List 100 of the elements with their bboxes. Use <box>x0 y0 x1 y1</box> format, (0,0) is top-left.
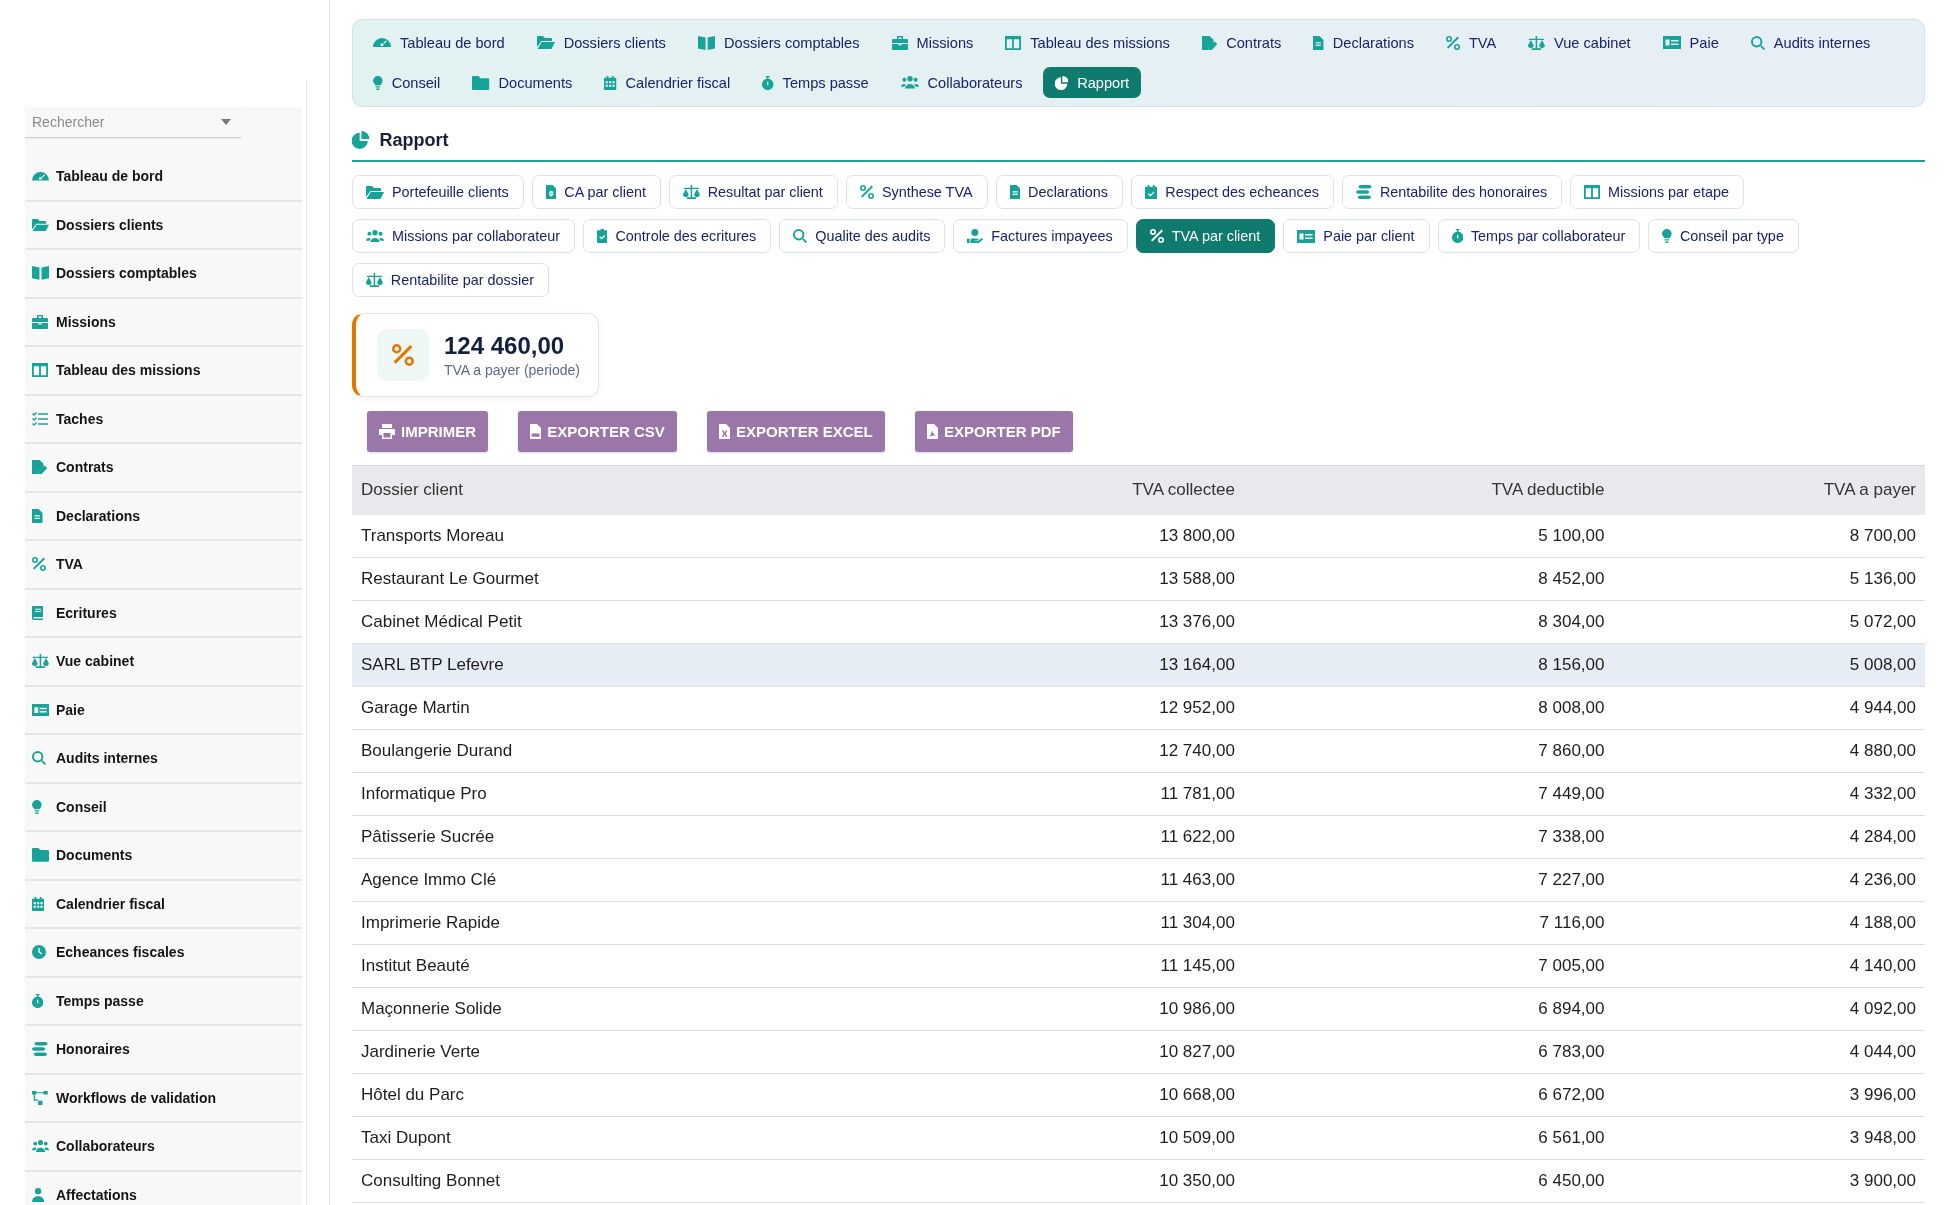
nav-item[interactable]: Audits internes <box>1738 27 1883 58</box>
print-button[interactable]: IMPRIMER <box>367 411 488 452</box>
nav-item[interactable]: Tableau de bord <box>361 27 517 58</box>
report-tab[interactable]: Resultat par client <box>668 175 838 209</box>
table-cell: 8 304,00 <box>1243 600 1614 644</box>
table-cell: 4 332,00 <box>1613 772 1925 816</box>
table-row[interactable]: Taxi Dupont 10 509,00 6 561,00 3 948,00 <box>352 1116 1925 1160</box>
nav-item[interactable]: Dossiers comptables <box>685 27 872 58</box>
table-row[interactable]: Transports Moreau 13 800,00 5 100,00 8 700,00 <box>352 514 1925 558</box>
users-icon <box>900 76 919 89</box>
table-row[interactable]: Pâtisserie Sucrée 11 622,00 7 338,00 4 284,00 <box>352 815 1925 859</box>
table-row[interactable]: Jardinerie Verte 10 827,00 6 783,00 4 044,00 <box>352 1030 1925 1074</box>
nav-item[interactable]: TVA <box>1433 27 1509 58</box>
report-tab[interactable]: Respect des echeances <box>1131 175 1334 209</box>
open-book-icon <box>32 266 49 281</box>
sidebar-item[interactable]: Dossiers clients <box>25 201 302 250</box>
table-row[interactable]: Restaurant Le Gourmet 13 588,00 8 452,00 5 136,00 <box>352 557 1925 601</box>
nav-item[interactable]: Conseil <box>361 67 453 98</box>
sidebar-item[interactable]: Ecritures <box>25 589 302 638</box>
nav-item[interactable]: Documents <box>460 67 585 98</box>
sidebar-item[interactable]: TVA <box>25 541 302 590</box>
two-column-icon <box>1584 185 1601 199</box>
percent-icon <box>1149 229 1164 243</box>
sidebar-item[interactable]: Vue cabinet <box>25 638 302 687</box>
nav-item[interactable]: Declarations <box>1301 27 1426 58</box>
nav-item[interactable]: Calendrier fiscal <box>592 67 743 98</box>
report-tab[interactable]: Portefeuille clients <box>352 175 524 209</box>
table-row[interactable]: SARL BTP Lefevre 13 164,00 8 156,00 5 008,00 <box>352 643 1925 687</box>
report-tab[interactable]: Paie par client <box>1283 219 1430 253</box>
sidebar-item[interactable]: Declarations <box>25 492 302 541</box>
sidebar-item[interactable]: Missions <box>25 298 302 347</box>
sidebar-item[interactable]: Contrats <box>25 444 302 493</box>
table-row[interactable]: Garage Martin 12 952,00 8 008,00 4 944,00 <box>352 686 1925 730</box>
table-row[interactable]: Cabinet Médical Petit 13 376,00 8 304,00 5 072,00 <box>352 600 1925 644</box>
export-excel-button[interactable]: EXPORTER EXCEL <box>706 411 885 452</box>
nav-item[interactable]: Collaborateurs <box>888 67 1035 98</box>
nav-item[interactable]: Rapport <box>1042 67 1142 98</box>
report-tab[interactable]: Missions par etape <box>1570 175 1744 209</box>
report-tab[interactable]: Controle des ecritures <box>582 219 772 253</box>
table-cell: Institut Beauté <box>352 944 889 988</box>
nav-item[interactable]: Paie <box>1650 27 1731 58</box>
table-row[interactable]: Institut Beauté 11 145,00 7 005,00 4 140,00 <box>352 944 1925 988</box>
export-pdf-button[interactable]: EXPORTER PDF <box>914 411 1073 452</box>
table-cell: Cabinet Médical Petit <box>352 600 889 644</box>
nav-item[interactable]: Tableau des missions <box>993 27 1182 58</box>
report-tab[interactable]: Factures impayees <box>953 219 1128 253</box>
sidebar-item[interactable]: Conseil <box>25 783 302 832</box>
sidebar-item[interactable]: Echeances fiscales <box>25 929 302 978</box>
report-tab[interactable]: TVA par client <box>1135 219 1276 253</box>
table-cell: 13 800,00 <box>888 514 1244 558</box>
report-tab[interactable]: Qualite des audits <box>779 219 946 253</box>
report-tab[interactable]: Rentabilite des honoraires <box>1341 175 1563 209</box>
sidebar-item[interactable]: Documents <box>25 832 302 881</box>
nav-item[interactable]: Missions <box>879 27 986 58</box>
table-row[interactable]: Maçonnerie Solide 10 986,00 6 894,00 4 092,00 <box>352 987 1925 1031</box>
sidebar-item[interactable]: Audits internes <box>25 735 302 784</box>
sidebar-item[interactable]: Calendrier fiscal <box>25 880 302 929</box>
nav-item[interactable]: Dossiers clients <box>524 27 678 58</box>
coin-stack-icon <box>1355 185 1372 199</box>
table-row[interactable]: Informatique Pro 11 781,00 7 449,00 4 332,00 <box>352 772 1925 816</box>
table-row[interactable]: Agence Immo Clé 11 463,00 7 227,00 4 236,00 <box>352 858 1925 902</box>
report-tab[interactable]: Conseil par type <box>1648 219 1799 253</box>
table-cell: 10 986,00 <box>888 987 1244 1031</box>
sidebar-item[interactable]: Taches <box>25 395 302 444</box>
sidebar-item[interactable]: Tableau de bord <box>25 153 302 202</box>
table-cell: 4 880,00 <box>1613 729 1925 773</box>
table-row[interactable]: Imprimerie Rapide 11 304,00 7 116,00 4 188,00 <box>352 901 1925 945</box>
table-cell: 7 860,00 <box>1243 729 1614 773</box>
nav-item[interactable]: Contrats <box>1189 27 1294 58</box>
report-tab[interactable]: Rentabilite par dossier <box>352 263 549 297</box>
table-row[interactable]: Boulangerie Durand 12 740,00 7 860,00 4 880,00 <box>352 729 1925 773</box>
sidebar-item[interactable]: Dossiers comptables <box>25 250 302 299</box>
nav-item[interactable]: Temps passe <box>750 67 881 98</box>
sidebar-item[interactable]: Workflows de validation <box>25 1074 302 1123</box>
clipboard-check-icon <box>596 229 608 243</box>
report-tab[interactable]: CA par client <box>531 175 661 209</box>
sidebar-item[interactable]: Paie <box>25 686 302 735</box>
search-field[interactable]: Rechercher <box>25 107 241 138</box>
table-cell: 11 304,00 <box>888 901 1244 945</box>
report-tab[interactable]: Declarations <box>995 175 1124 209</box>
sidebar-item[interactable]: Temps passe <box>25 977 302 1026</box>
nav-item[interactable]: Vue cabinet <box>1516 27 1643 58</box>
two-column-icon <box>1005 35 1022 50</box>
table-cell: 8 452,00 <box>1243 557 1614 601</box>
table-cell: 4 236,00 <box>1613 858 1925 902</box>
column-header: TVA collectee <box>888 465 1244 515</box>
sidebar-item[interactable]: Tableau des missions <box>25 347 302 396</box>
table-row[interactable]: Consulting Bonnet 10 350,00 6 450,00 3 900,00 <box>352 1159 1925 1203</box>
sidebar-item[interactable]: Collaborateurs <box>25 1123 302 1172</box>
sidebar-item[interactable]: Affectations <box>25 1171 302 1205</box>
export-csv-button[interactable]: EXPORTER CSV <box>518 411 677 452</box>
report-tab[interactable]: Synthese TVA <box>845 175 988 209</box>
report-tab[interactable]: Temps par collaborateur <box>1437 219 1641 253</box>
table-row[interactable]: Hôtel du Parc 10 668,00 6 672,00 3 996,00 <box>352 1073 1925 1117</box>
users-icon <box>32 1140 49 1153</box>
card-icon <box>1662 36 1681 49</box>
sidebar-item[interactable]: Honoraires <box>25 1026 302 1075</box>
caret-icon <box>221 119 231 125</box>
report-tab[interactable]: Missions par collaborateur <box>352 219 575 253</box>
table-cell: Restaurant Le Gourmet <box>352 557 889 601</box>
